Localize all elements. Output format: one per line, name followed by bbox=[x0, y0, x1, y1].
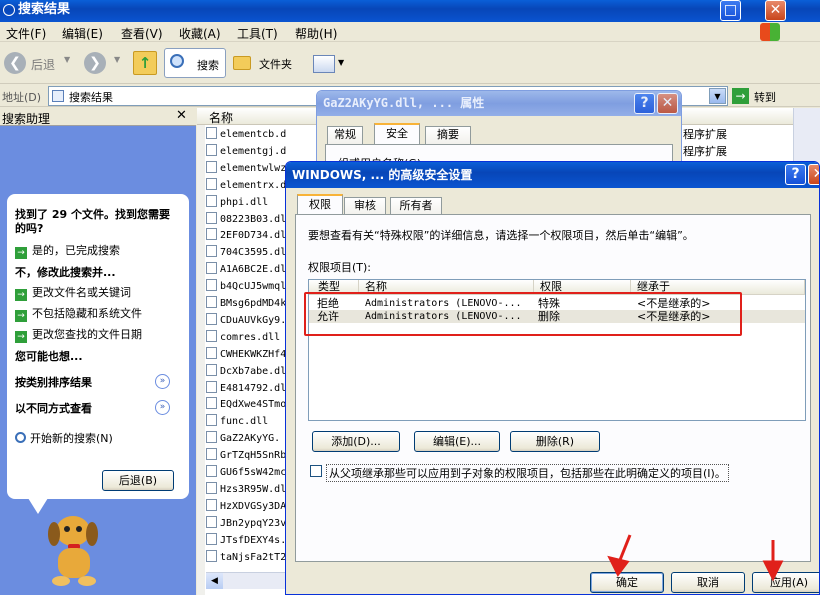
annotation-arrow-apply bbox=[762, 540, 784, 582]
annotation-arrows bbox=[607, 534, 784, 582]
annotation-arrow-ok bbox=[607, 534, 632, 577]
